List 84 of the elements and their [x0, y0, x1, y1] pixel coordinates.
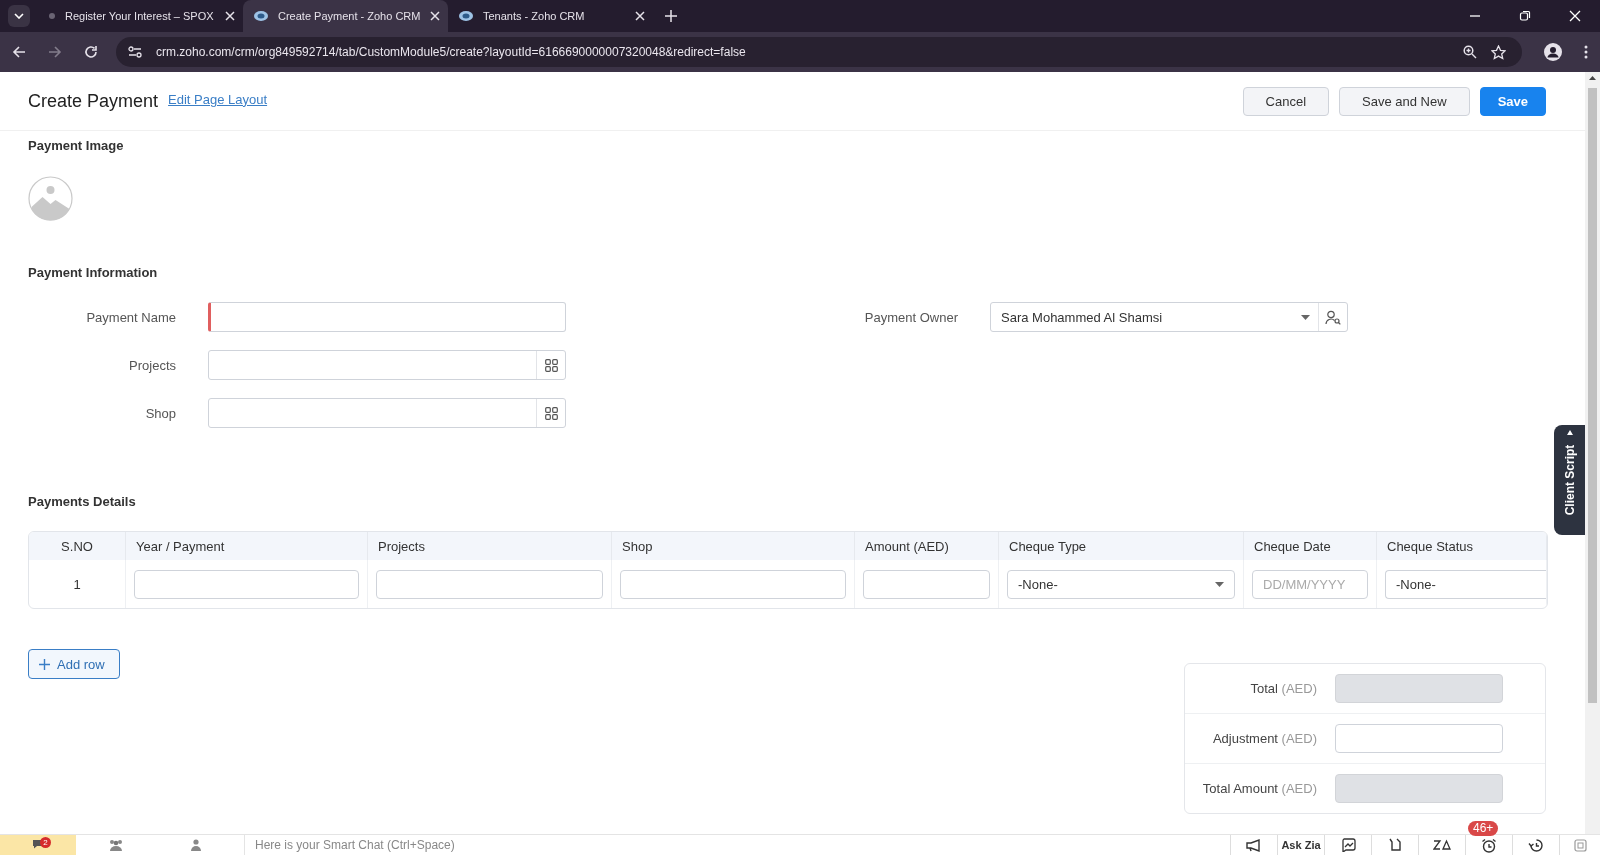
tab-list-button[interactable] — [8, 5, 30, 27]
column-header: S.NO — [29, 532, 126, 560]
total-label: Adjustment (AED) — [1211, 731, 1317, 746]
lookup-field[interactable] — [208, 398, 566, 428]
grid-icon[interactable] — [544, 358, 558, 372]
note-icon — [1573, 838, 1587, 852]
unread-chats-button[interactable]: 2 — [0, 835, 76, 855]
column-header: Cheque Type — [999, 532, 1244, 560]
profile-icon[interactable] — [1544, 43, 1562, 61]
action-button[interactable]: Save and New — [1339, 86, 1470, 116]
section-title: Payment Information — [28, 265, 159, 280]
unread-count-badge: 2 — [40, 837, 51, 848]
grid-icon[interactable] — [544, 406, 558, 420]
add-row-button[interactable]: Add row — [28, 649, 120, 679]
menu-icon[interactable] — [1584, 45, 1588, 59]
input-field[interactable] — [208, 302, 566, 332]
field-label: Payment Owner — [863, 309, 958, 325]
caret-icon — [1215, 581, 1224, 587]
input-field[interactable] — [1335, 674, 1503, 703]
person-icon — [190, 839, 202, 851]
input-field[interactable] — [863, 569, 990, 599]
bracket-icon — [1388, 838, 1402, 852]
restore-icon[interactable] — [1519, 10, 1531, 22]
group-icon — [108, 839, 124, 851]
user-search-icon[interactable] — [1325, 309, 1341, 325]
smart-chat-field[interactable]: Here is your Smart Chat (Ctrl+Space) — [244, 835, 1230, 855]
caret-icon — [1301, 314, 1310, 320]
caret-icon — [1566, 429, 1573, 435]
alarm-clock-icon — [1481, 837, 1497, 853]
chart-icon — [1340, 838, 1356, 852]
row-number: 1 — [73, 576, 81, 592]
browser-tab[interactable]: Register Your Interest – SPOX — [38, 0, 243, 32]
megaphone-icon — [1246, 838, 1262, 852]
select-field[interactable]: -None- — [1385, 569, 1546, 599]
input-field[interactable] — [1335, 774, 1503, 803]
address-bar[interactable]: crm.zoho.com/crm/org849592714/tab/CustomModule5/create?layoutId=6166690000007320048&redirect=false — [116, 37, 1522, 67]
scrollbar-thumb[interactable] — [1588, 88, 1597, 703]
input-field[interactable] — [376, 569, 603, 599]
total-label: Total (AED) — [1249, 681, 1317, 696]
field-label: Shop — [144, 405, 176, 421]
total-label: Total Amount (AED) — [1201, 781, 1317, 796]
reload-icon[interactable] — [84, 45, 98, 59]
column-header: Cheque Date — [1244, 532, 1377, 560]
url-text: crm.zoho.com/crm/org849592714/tab/CustomModule5/create?layoutId=6166690000007320048&redirect=false — [156, 45, 746, 59]
client-script-tab[interactable]: Client Script — [1554, 425, 1585, 535]
scroll-up-icon[interactable] — [1589, 76, 1596, 80]
field-label: Projects — [128, 357, 176, 373]
lookup-field[interactable] — [208, 350, 566, 380]
zoho-icon — [253, 10, 269, 22]
new-tab-icon[interactable] — [665, 10, 677, 22]
field-label: Payment Name — [85, 309, 176, 325]
ask-zia-button[interactable]: Ask Zia — [1277, 835, 1324, 855]
browser-tab[interactable]: Create Payment - Zoho CRM — [243, 0, 448, 32]
input-field[interactable] — [134, 569, 359, 599]
action-button[interactable]: Cancel — [1242, 86, 1330, 116]
chevron-down-icon — [14, 13, 24, 19]
zoho-icon — [458, 10, 474, 22]
save-button[interactable]: Save — [1479, 86, 1546, 116]
column-header: Projects — [368, 532, 612, 560]
zia-icon — [1433, 839, 1451, 851]
input-field[interactable] — [1335, 724, 1503, 753]
page-icon — [48, 12, 56, 20]
section-title: Payment Image — [28, 138, 125, 153]
browser-tab[interactable]: Tenants - Zoho CRM — [448, 0, 653, 32]
select-field[interactable]: -None- — [1007, 569, 1235, 599]
zoom-icon[interactable] — [1463, 45, 1477, 59]
close-icon[interactable] — [635, 11, 645, 21]
plus-icon — [39, 658, 50, 670]
column-header: Year / Payment — [126, 532, 368, 560]
forward-icon[interactable] — [48, 45, 62, 59]
close-icon[interactable] — [430, 11, 440, 21]
back-icon[interactable] — [12, 45, 26, 59]
input-field[interactable] — [620, 569, 846, 599]
owner-select[interactable]: Sara Mohammed Al Shamsi — [990, 302, 1348, 332]
column-header: Cheque Status — [1377, 532, 1547, 560]
column-header: Amount (AED) — [855, 532, 999, 560]
page-title: Create Payment — [28, 90, 159, 112]
site-settings-icon[interactable] — [128, 46, 142, 58]
close-icon[interactable] — [225, 11, 235, 21]
history-icon — [1528, 837, 1544, 853]
star-icon[interactable] — [1491, 44, 1506, 60]
column-header: Shop — [612, 532, 855, 560]
notification-badge: 46+ — [1468, 821, 1499, 836]
edit-layout-link[interactable]: Edit Page Layout — [168, 91, 268, 107]
